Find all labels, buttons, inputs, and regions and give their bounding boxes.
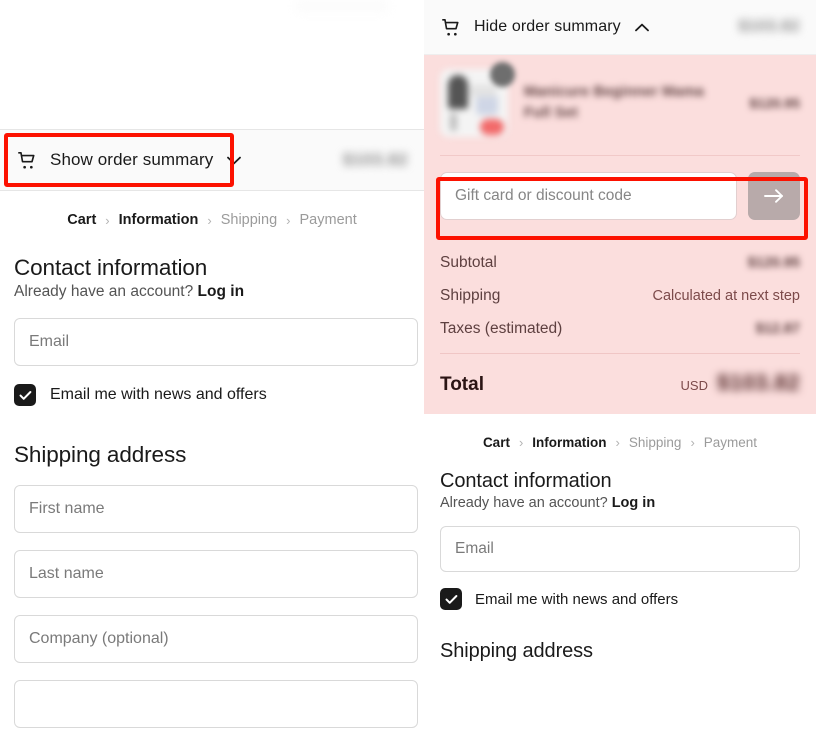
currency-code: USD [681,378,708,393]
newsletter-checkbox-row[interactable]: Email me with news and offers [14,384,418,406]
line-item: Manicure Beginner Mama Full Set $120.95 [440,55,800,153]
newsletter-checkbox[interactable] [14,384,36,406]
totals-row-total: Total USD $103.82 [440,370,800,396]
first-name-placeholder: First name [29,500,105,518]
section-spacer [14,406,418,442]
breadcrumb-item-shipping: Shipping [221,212,277,228]
shipping-value: Calculated at next step [652,288,800,304]
account-prompt-text: Already have an account? [14,283,193,300]
email-field-placeholder: Email [455,540,494,558]
hide-order-summary-toggle[interactable]: Hide order summary $103.82 [424,0,816,55]
left-checkout-panel: Show order summary $103.82 Cart › Inform… [0,0,424,747]
email-field[interactable]: Email [14,318,418,366]
taxes-label: Taxes (estimated) [440,320,562,338]
contact-information-heading: Contact information [14,255,418,281]
shopping-cart-icon [16,149,39,172]
breadcrumb-item-cart[interactable]: Cart [67,212,96,228]
section-spacer [440,610,800,640]
total-amount: $103.82 [717,370,800,396]
chevron-up-icon [632,23,649,32]
total-amount-group: USD $103.82 [681,370,800,396]
breadcrumb-item-information[interactable]: Information [532,435,606,450]
newsletter-checkbox-row[interactable]: Email me with news and offers [440,588,800,610]
breadcrumb: Cart › Information › Shipping › Payment [0,212,424,228]
company-placeholder: Company (optional) [29,630,169,648]
shipping-address-heading: Shipping address [440,640,800,663]
totals-row-taxes: Taxes (estimated) $12.87 [440,320,800,338]
summary-toggle-label: Hide order summary [474,18,621,36]
contact-information-heading: Contact information [440,470,800,493]
right-checkout-panel: Hide order summary $103.82 Manicure Begi… [424,0,816,747]
show-order-summary-toggle[interactable]: Show order summary $103.82 [0,129,424,191]
breadcrumb-separator: › [519,435,523,450]
summary-toggle-label: Show order summary [50,150,213,170]
breadcrumb-item-payment: Payment [300,212,357,228]
breadcrumb-separator: › [286,213,290,228]
summary-toggle-group[interactable]: Show order summary [16,149,241,172]
totals-row-shipping: Shipping Calculated at next step [440,287,800,305]
newsletter-label: Email me with news and offers [475,591,678,608]
breadcrumb-item-payment: Payment [704,435,757,450]
account-prompt-text: Already have an account? [440,495,608,511]
breadcrumb: Cart › Information › Shipping › Payment [440,414,800,470]
breadcrumb-separator: › [207,213,211,228]
right-form-content: Cart › Information › Shipping › Payment … [424,414,816,663]
subtotal-value: $120.95 [748,255,800,271]
gift-card-placeholder: Gift card or discount code [455,187,632,205]
totals-list: Subtotal $120.95 Shipping Calculated at … [440,239,800,396]
quantity-badge [490,62,515,87]
checkmark-icon [445,594,458,605]
breadcrumb-separator: › [105,213,109,228]
log-in-link[interactable]: Log in [612,495,656,511]
totals-row-subtotal: Subtotal $120.95 [440,254,800,272]
breadcrumb-separator: › [690,435,694,450]
total-label: Total [440,374,484,396]
arrow-right-icon [763,188,785,204]
breadcrumb-item-cart[interactable]: Cart [483,435,510,450]
breadcrumb-item-shipping: Shipping [629,435,682,450]
newsletter-checkbox[interactable] [440,588,462,610]
first-name-field[interactable]: First name [14,485,418,533]
divider [440,353,800,354]
taxes-value: $12.87 [756,321,800,337]
address-field[interactable] [14,680,418,728]
left-form-content: Contact information Already have an acco… [14,255,418,728]
order-summary-panel: Manicure Beginner Mama Full Set $120.95 … [424,55,816,414]
account-prompt: Already have an account? Log in [14,283,418,301]
breadcrumb-item-information[interactable]: Information [119,212,199,228]
shipping-label: Shipping [440,287,500,305]
shipping-address-heading: Shipping address [14,442,418,468]
subtotal-label: Subtotal [440,254,497,272]
summary-toggle-group[interactable]: Hide order summary [440,16,649,39]
log-in-link[interactable]: Log in [198,283,245,300]
apply-discount-button[interactable] [748,172,800,220]
screenshot-root: Show order summary $103.82 Cart › Inform… [0,0,816,747]
checkmark-icon [19,390,32,401]
breadcrumb-separator: › [616,435,620,450]
email-field[interactable]: Email [440,526,800,572]
account-prompt: Already have an account? Log in [440,495,800,511]
line-item-price: $120.95 [749,95,800,111]
order-total-preview: $103.82 [343,150,408,170]
discount-row: Gift card or discount code [440,156,800,236]
line-item-title: Manicure Beginner Mama Full Set [524,82,733,124]
chevron-down-icon [224,156,241,165]
company-field[interactable]: Company (optional) [14,615,418,663]
last-name-field[interactable]: Last name [14,550,418,598]
product-thumbnail-wrap [440,69,508,137]
newsletter-label: Email me with news and offers [50,386,267,404]
gift-card-discount-field[interactable]: Gift card or discount code [440,172,737,220]
order-total-preview: $103.82 [739,18,800,36]
last-name-placeholder: Last name [29,565,104,583]
email-field-placeholder: Email [29,333,69,351]
store-logo [296,0,388,12]
shopping-cart-icon [440,16,463,39]
